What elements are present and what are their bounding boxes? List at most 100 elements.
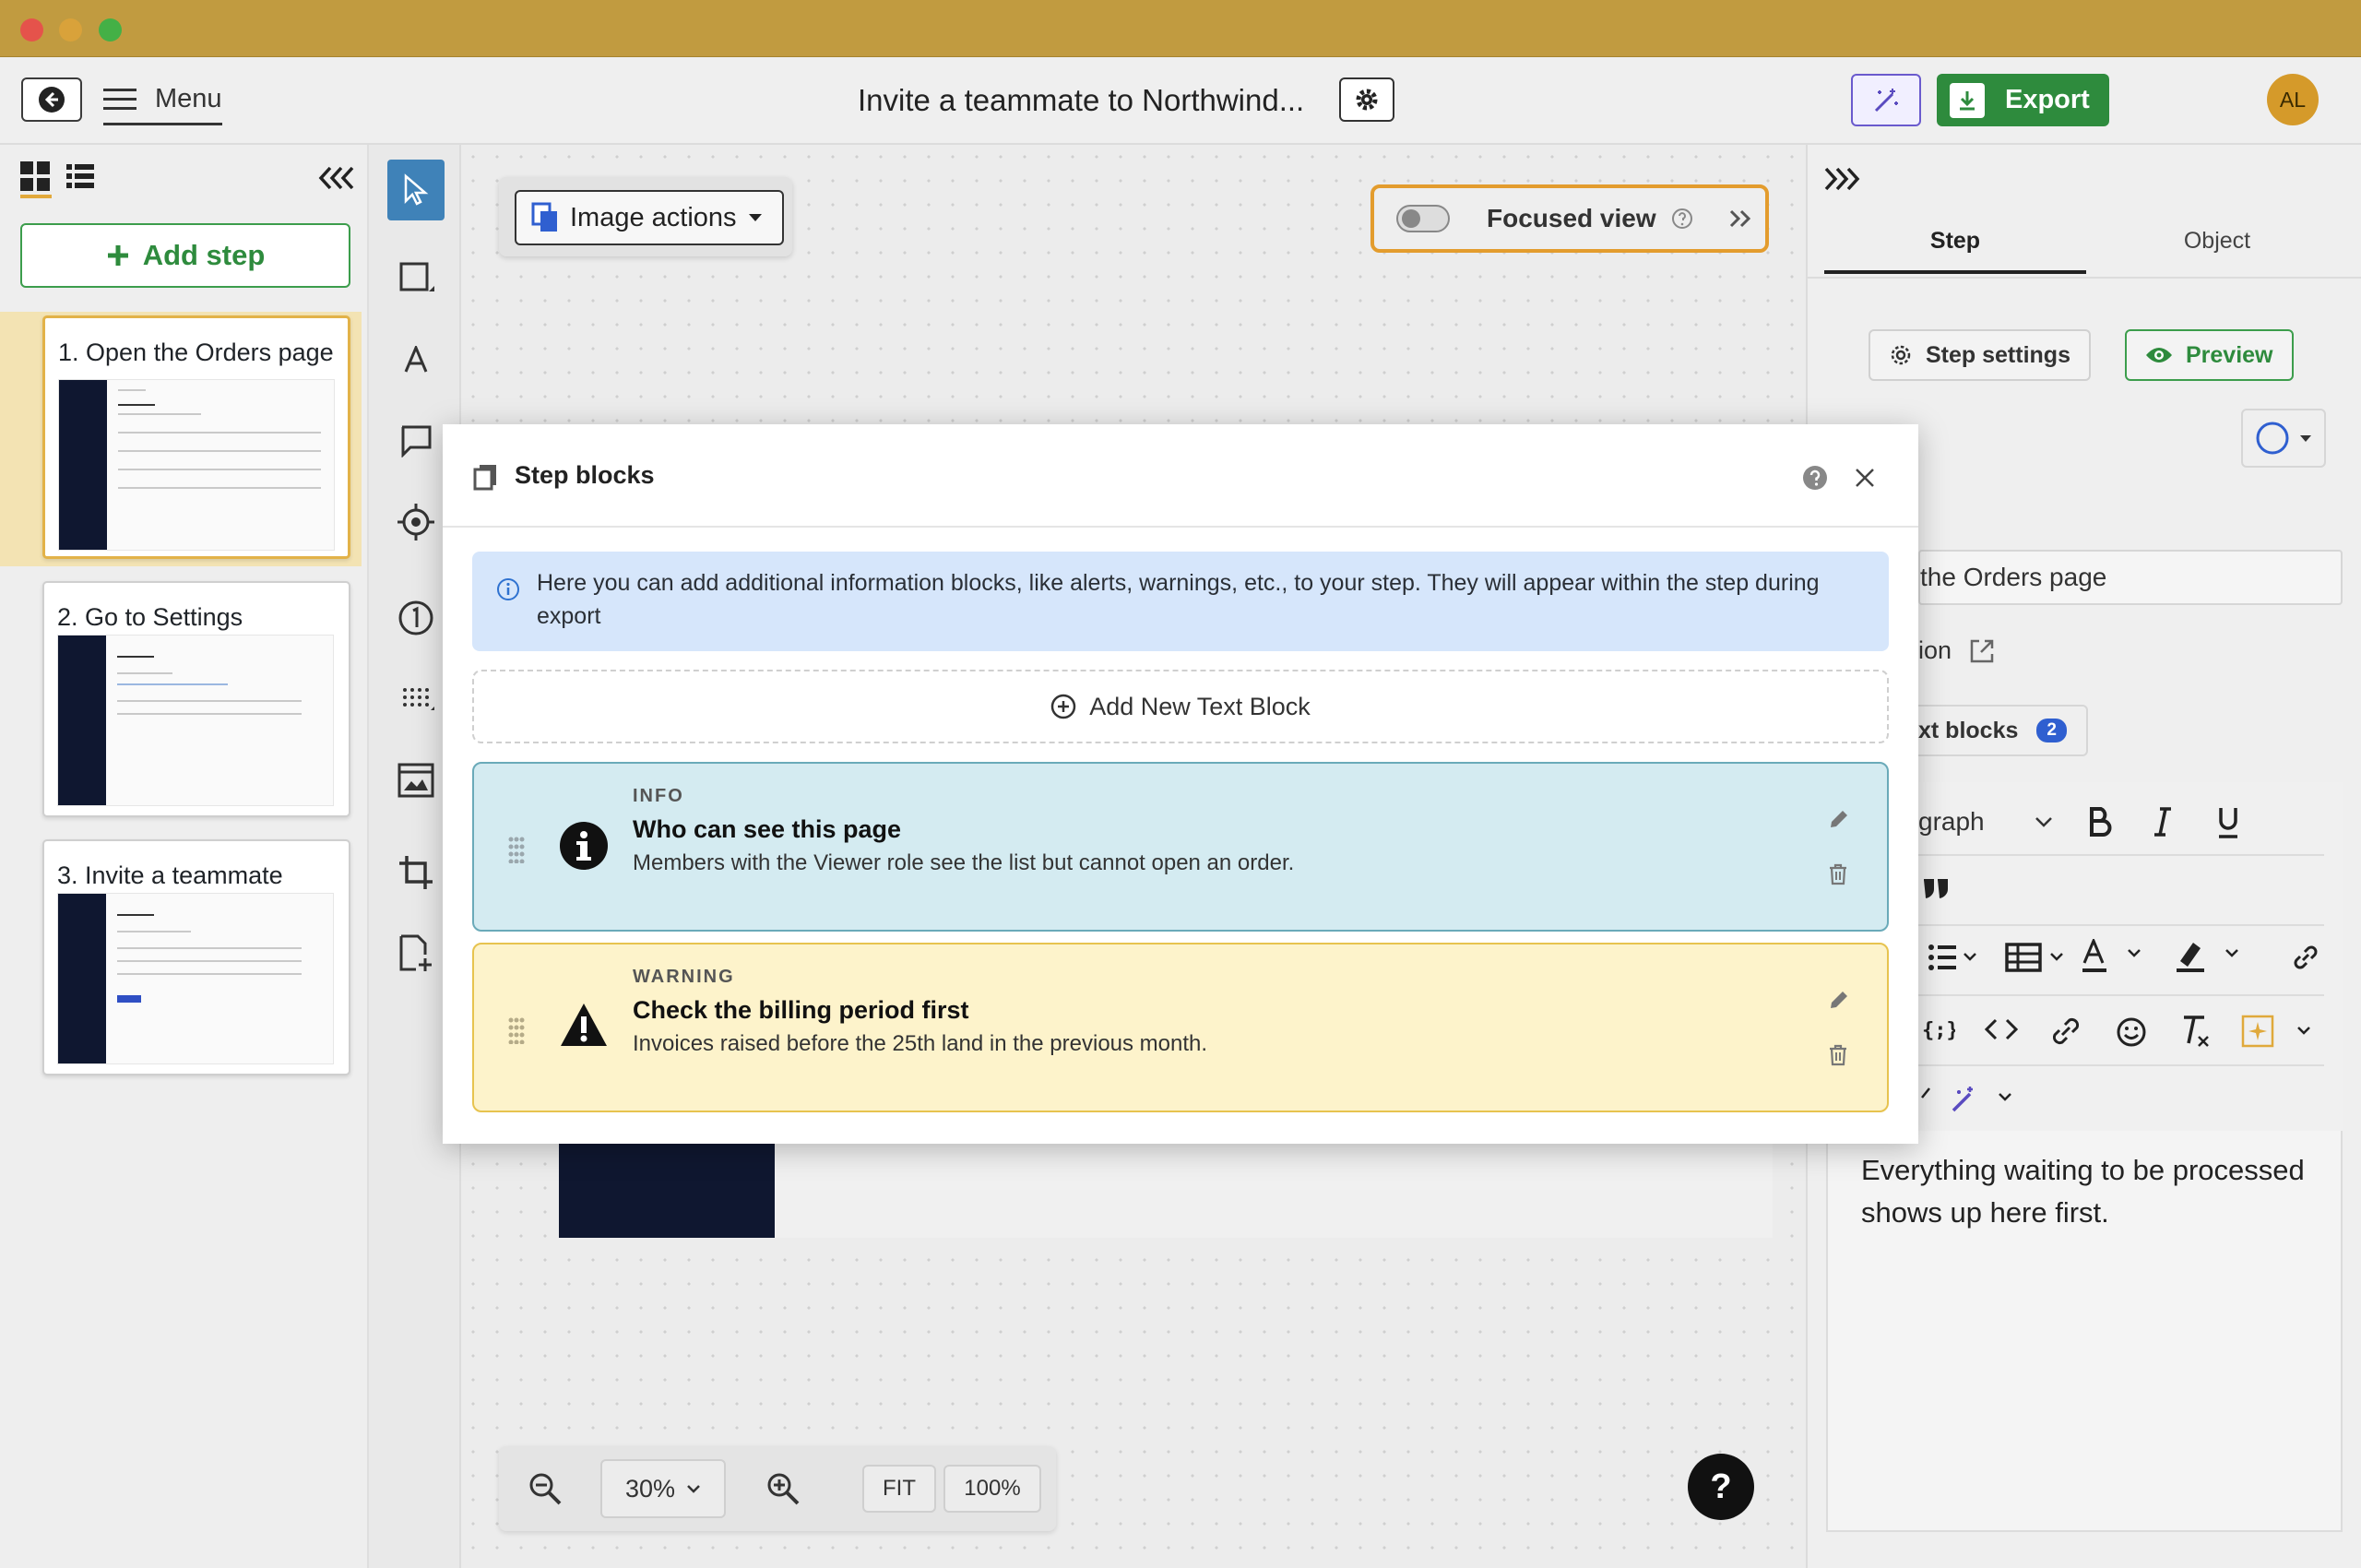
magic-wand-button[interactable] bbox=[1851, 74, 1921, 126]
step-thumbnail bbox=[57, 893, 334, 1064]
external-link-icon bbox=[1970, 639, 1994, 662]
back-button[interactable] bbox=[21, 77, 82, 122]
paragraph-style-select[interactable]: graph bbox=[1918, 795, 2053, 849]
menu-button[interactable]: Menu bbox=[103, 79, 222, 125]
comment-tool[interactable] bbox=[387, 410, 445, 471]
step-blocks-modal: Step blocks Here you can add additional … bbox=[443, 424, 1918, 1144]
step-title-input[interactable]: the Orders page bbox=[1918, 550, 2343, 605]
pencil-icon[interactable] bbox=[1828, 989, 1850, 1011]
chevrons-right-icon[interactable] bbox=[1728, 208, 1752, 229]
document-title[interactable]: Invite a teammate to Northwind... bbox=[858, 79, 1304, 122]
zoom-100-button[interactable]: 100% bbox=[943, 1465, 1041, 1513]
link-icon[interactable] bbox=[2291, 943, 2320, 972]
zoom-level-value: 30% bbox=[624, 1474, 676, 1503]
bold-icon[interactable] bbox=[2088, 806, 2112, 837]
close-window-button[interactable] bbox=[20, 18, 43, 42]
minimize-window-button[interactable] bbox=[59, 18, 82, 42]
step-card-3[interactable]: 3. Invite a teammate bbox=[42, 839, 350, 1075]
user-avatar[interactable]: AL bbox=[2267, 74, 2319, 125]
block-kind: WARNING bbox=[633, 967, 735, 987]
help-circle-icon[interactable] bbox=[1802, 465, 1828, 491]
caret-down-icon bbox=[2300, 434, 2311, 442]
info-circle-icon bbox=[497, 578, 519, 600]
block-text: Members with the Viewer role see the lis… bbox=[633, 850, 1295, 875]
help-circle-icon[interactable] bbox=[1671, 208, 1693, 230]
close-icon[interactable] bbox=[1854, 467, 1876, 489]
chevron-down-icon bbox=[2035, 817, 2052, 827]
help-button[interactable]: ? bbox=[1688, 1454, 1754, 1520]
cursor-icon bbox=[404, 173, 429, 206]
preview-button[interactable]: Preview bbox=[2125, 329, 2294, 381]
maximize-window-button[interactable] bbox=[99, 18, 122, 42]
text-block-warning[interactable]: WARNING Check the billing period first I… bbox=[472, 943, 1889, 1112]
square-icon bbox=[399, 262, 434, 291]
emoji-icon[interactable] bbox=[2116, 1016, 2147, 1048]
blur-tool[interactable] bbox=[387, 669, 445, 730]
underline-icon[interactable] bbox=[2217, 806, 2239, 839]
tab-object[interactable]: Object bbox=[2086, 228, 2348, 274]
inline-code-icon[interactable] bbox=[1985, 1018, 2018, 1040]
step-card-1[interactable]: 1. Open the Orders page bbox=[42, 315, 350, 559]
text-blocks-label: xt blocks bbox=[1918, 717, 2019, 743]
highlight-color-icon[interactable] bbox=[2175, 939, 2248, 974]
add-text-block-button[interactable]: Add New Text Block bbox=[472, 670, 1889, 743]
ai-sparkle-icon[interactable] bbox=[2241, 1015, 2324, 1048]
grid-view-toggle[interactable] bbox=[20, 161, 52, 198]
tab-step[interactable]: Step bbox=[1824, 228, 2086, 274]
download-icon bbox=[1950, 82, 1985, 118]
add-file-tool[interactable] bbox=[387, 923, 445, 984]
zoom-level-select[interactable]: 30% bbox=[600, 1459, 726, 1518]
focused-view-control: Focused view bbox=[1370, 184, 1769, 253]
chevrons-left-icon bbox=[318, 166, 354, 190]
text-blocks-button[interactable]: xt blocks 2 bbox=[1918, 705, 2088, 756]
drag-handle-icon[interactable] bbox=[507, 1016, 526, 1044]
screenshot-image-sidebar bbox=[559, 1142, 775, 1238]
blur-dots-icon bbox=[403, 688, 434, 710]
clear-formatting-icon[interactable] bbox=[2178, 1015, 2210, 1048]
add-step-button[interactable]: Add step bbox=[20, 223, 350, 288]
number-tool[interactable] bbox=[387, 588, 445, 648]
chevrons-right-expand-icon[interactable] bbox=[1822, 165, 1861, 193]
select-tool[interactable] bbox=[387, 160, 445, 220]
trash-icon[interactable] bbox=[1828, 863, 1848, 885]
drag-handle-icon[interactable] bbox=[507, 836, 526, 863]
table-icon[interactable] bbox=[2005, 943, 2066, 972]
blockquote-icon[interactable] bbox=[1922, 878, 1950, 898]
focused-view-toggle[interactable] bbox=[1396, 205, 1450, 232]
bulleted-list-icon[interactable] bbox=[1928, 943, 1977, 972]
image-tool[interactable] bbox=[387, 750, 445, 811]
trash-icon[interactable] bbox=[1828, 1044, 1848, 1066]
collapse-sidebar-button[interactable] bbox=[317, 164, 356, 192]
rectangle-tool[interactable] bbox=[387, 248, 445, 309]
step-card-2[interactable]: 2. Go to Settings bbox=[42, 581, 350, 817]
document-settings-button[interactable] bbox=[1339, 77, 1394, 122]
file-plus-icon bbox=[399, 934, 432, 971]
export-button[interactable]: Export bbox=[1937, 74, 2109, 126]
description-link[interactable]: ion bbox=[1918, 636, 1996, 665]
hotspot-tool[interactable] bbox=[387, 492, 445, 552]
image-actions-dropdown[interactable]: Image actions bbox=[515, 190, 784, 245]
code-block-icon[interactable]: {;} bbox=[1922, 1016, 1955, 1042]
info-filled-icon bbox=[560, 822, 608, 870]
crosshair-icon bbox=[397, 504, 434, 540]
chevron-down-icon[interactable] bbox=[1918, 1087, 1931, 1099]
zoom-out-icon[interactable] bbox=[528, 1472, 562, 1505]
step-settings-button[interactable]: Step settings bbox=[1869, 329, 2091, 381]
step-color-picker[interactable] bbox=[2241, 409, 2326, 468]
step-description-editor[interactable]: Everything waiting to be processed shows… bbox=[1826, 1131, 2343, 1532]
image-actions-label: Image actions bbox=[570, 202, 737, 232]
gear-outline-icon bbox=[1891, 345, 1911, 365]
text-block-info[interactable]: INFO Who can see this page Members with … bbox=[472, 762, 1889, 932]
zoom-in-icon[interactable] bbox=[766, 1472, 800, 1505]
italic-icon[interactable] bbox=[2153, 806, 2173, 837]
crop-tool[interactable] bbox=[387, 842, 445, 903]
list-view-toggle[interactable] bbox=[66, 164, 94, 190]
fit-button[interactable]: FIT bbox=[862, 1465, 936, 1513]
magic-wand-icon[interactable] bbox=[1950, 1083, 2023, 1114]
pencil-icon[interactable] bbox=[1828, 808, 1850, 830]
text-color-icon[interactable] bbox=[2081, 939, 2154, 974]
step-label: 2. Go to Settings bbox=[57, 603, 243, 631]
text-tool-icon[interactable] bbox=[387, 329, 445, 390]
link-alt-icon[interactable] bbox=[2049, 1015, 2082, 1048]
preview-label: Preview bbox=[2186, 341, 2273, 368]
